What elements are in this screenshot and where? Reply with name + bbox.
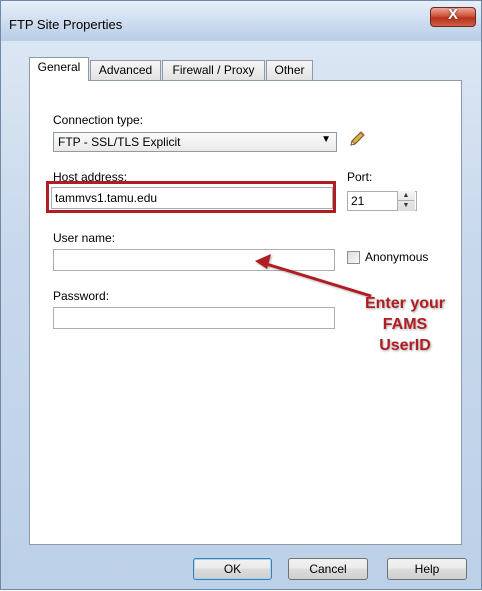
port-spinner[interactable]: ▲ ▼: [397, 191, 415, 211]
annotation-line-1: Enter your: [364, 295, 445, 312]
window-title: FTP Site Properties: [9, 17, 123, 32]
connection-type-select[interactable]: FTP - SSL/TLS Explicit ▼: [53, 132, 337, 152]
help-button[interactable]: Help: [387, 558, 467, 580]
pencil-icon[interactable]: [348, 130, 366, 148]
annotation-line-2: FAMS: [382, 316, 428, 333]
title-bar[interactable]: FTP Site Properties X: [1, 1, 481, 41]
host-address-value: tammvs1.tamu.edu: [55, 191, 158, 205]
tab-advanced[interactable]: Advanced: [90, 60, 161, 80]
close-icon: X: [447, 6, 458, 23]
connection-type-value: FTP - SSL/TLS Explicit: [58, 135, 181, 149]
password-input[interactable]: [53, 307, 335, 329]
tab-firewall-proxy[interactable]: Firewall / Proxy: [162, 60, 265, 80]
ok-button[interactable]: OK: [193, 558, 272, 580]
spin-down-icon[interactable]: ▼: [398, 201, 414, 210]
spin-up-icon[interactable]: ▲: [398, 191, 414, 201]
tab-general[interactable]: General: [29, 57, 89, 81]
ftp-site-properties-dialog: FTP Site Properties X General Advanced F…: [0, 0, 482, 590]
connection-type-label: Connection type:: [53, 113, 144, 127]
port-value: 21: [351, 194, 365, 208]
chevron-down-icon: ▼: [321, 134, 331, 145]
annotation-note: Enter your FAMS UserID: [355, 293, 455, 356]
anonymous-checkbox[interactable]: [347, 251, 360, 264]
username-input[interactable]: [53, 249, 335, 271]
cancel-button[interactable]: Cancel: [288, 558, 368, 580]
port-label: Port:: [347, 170, 373, 184]
tab-other[interactable]: Other: [266, 60, 313, 80]
anonymous-label[interactable]: Anonymous: [365, 250, 428, 264]
host-address-input[interactable]: tammvs1.tamu.edu: [51, 187, 333, 209]
annotation-line-3: UserID: [379, 337, 431, 354]
password-label: Password:: [53, 289, 110, 303]
username-label: User name:: [53, 231, 116, 245]
close-button[interactable]: X: [430, 6, 476, 27]
